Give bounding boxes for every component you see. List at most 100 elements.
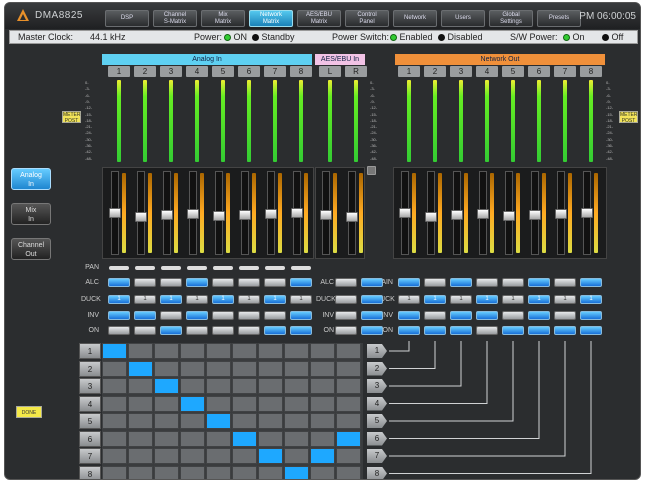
analog-in-side-button[interactable]: Analog In [11, 168, 51, 190]
matrix-cell[interactable] [284, 395, 309, 412]
matrix-cell[interactable] [180, 360, 205, 377]
meter-post-badge-left[interactable]: METER POST [62, 111, 81, 124]
inv-button[interactable] [212, 311, 234, 320]
nav-button-4[interactable]: Network Matrix [249, 10, 293, 27]
gain-button[interactable] [554, 278, 576, 287]
net-duck-button[interactable]: 1 [502, 295, 524, 304]
network-fader-knob[interactable] [425, 212, 437, 222]
duck-button[interactable]: 1 [134, 295, 156, 304]
matrix-cell[interactable] [180, 465, 205, 479]
on-button[interactable] [160, 326, 182, 335]
matrix-cell[interactable] [102, 343, 127, 359]
matrix-cell[interactable] [284, 413, 309, 429]
aes-fader-knob[interactable] [346, 212, 358, 222]
inv-button[interactable] [160, 311, 182, 320]
matrix-cell[interactable] [102, 378, 127, 394]
matrix-cell[interactable] [232, 465, 257, 479]
net-inv-button[interactable] [424, 311, 446, 320]
matrix-cell[interactable] [102, 430, 127, 447]
on-button[interactable] [238, 326, 260, 335]
matrix-cell[interactable] [310, 360, 335, 377]
matrix-cell[interactable] [258, 430, 283, 447]
alc-button[interactable] [160, 278, 182, 287]
on-button[interactable] [290, 326, 312, 335]
matrix-cell[interactable] [154, 360, 179, 377]
matrix-cell[interactable] [102, 448, 127, 464]
pan-slider[interactable] [161, 266, 181, 270]
power-on-indicator[interactable]: ON [224, 31, 247, 44]
inv-button[interactable] [186, 311, 208, 320]
aes-duck-button[interactable] [361, 295, 383, 304]
analog-fader-knob[interactable] [187, 209, 199, 219]
alc-button[interactable] [238, 278, 260, 287]
matrix-cell[interactable] [154, 343, 179, 359]
matrix-cell[interactable] [206, 360, 231, 377]
matrix-cell[interactable] [154, 465, 179, 479]
network-fader-knob[interactable] [555, 209, 567, 219]
net-inv-button[interactable] [528, 311, 550, 320]
net-duck-button[interactable]: 1 [580, 295, 602, 304]
aes-duck-button[interactable] [335, 295, 357, 304]
matrix-cell[interactable] [310, 343, 335, 359]
matrix-cell[interactable] [284, 360, 309, 377]
sw-power-off-indicator[interactable]: Off [602, 31, 623, 44]
alc-button[interactable] [212, 278, 234, 287]
power-standby-indicator[interactable]: Standby [252, 31, 295, 44]
inv-button[interactable] [134, 311, 156, 320]
gain-button[interactable] [502, 278, 524, 287]
matrix-cell[interactable] [206, 465, 231, 479]
matrix-cell[interactable] [154, 395, 179, 412]
net-duck-button[interactable]: 1 [554, 295, 576, 304]
matrix-cell[interactable] [336, 448, 361, 464]
nav-button-6[interactable]: Control Panel [345, 10, 389, 27]
network-fader-knob[interactable] [477, 209, 489, 219]
matrix-cell[interactable] [232, 360, 257, 377]
channel-out-side-button[interactable]: Channel Out [11, 238, 51, 260]
matrix-cell[interactable] [284, 343, 309, 359]
nav-button-10[interactable]: Presets [537, 10, 581, 27]
matrix-cell[interactable] [336, 413, 361, 429]
gain-button[interactable] [528, 278, 550, 287]
matrix-cell[interactable] [128, 360, 153, 377]
duck-button[interactable]: 1 [212, 295, 234, 304]
matrix-cell[interactable] [258, 448, 283, 464]
matrix-cell[interactable] [336, 465, 361, 479]
matrix-cell[interactable] [102, 395, 127, 412]
matrix-cell[interactable] [310, 395, 335, 412]
analog-fader-knob[interactable] [161, 210, 173, 220]
alc-button[interactable] [186, 278, 208, 287]
matrix-cell[interactable] [232, 343, 257, 359]
pan-slider[interactable] [291, 266, 311, 270]
gain-button[interactable] [580, 278, 602, 287]
pan-slider[interactable] [135, 266, 155, 270]
matrix-cell[interactable] [128, 395, 153, 412]
alc-button[interactable] [108, 278, 130, 287]
matrix-cell[interactable] [232, 395, 257, 412]
matrix-cell[interactable] [102, 413, 127, 429]
matrix-cell[interactable] [102, 360, 127, 377]
matrix-cell[interactable] [206, 378, 231, 394]
net-inv-button[interactable] [476, 311, 498, 320]
matrix-cell[interactable] [232, 430, 257, 447]
duck-button[interactable]: 1 [264, 295, 286, 304]
gain-button[interactable] [476, 278, 498, 287]
net-inv-button[interactable] [554, 311, 576, 320]
aes-inv-button[interactable] [335, 311, 357, 320]
matrix-cell[interactable] [180, 378, 205, 394]
matrix-cell[interactable] [336, 378, 361, 394]
done-button[interactable]: DONE [16, 406, 42, 418]
matrix-cell[interactable] [128, 465, 153, 479]
analog-fader-knob[interactable] [109, 208, 121, 218]
inv-button[interactable] [108, 311, 130, 320]
matrix-cell[interactable] [206, 343, 231, 359]
matrix-cell[interactable] [310, 430, 335, 447]
network-fader-knob[interactable] [399, 208, 411, 218]
inv-button[interactable] [290, 311, 312, 320]
meter-post-badge-right[interactable]: METER POST [619, 111, 638, 124]
duck-button[interactable]: 1 [160, 295, 182, 304]
alc-button[interactable] [264, 278, 286, 287]
pan-slider[interactable] [239, 266, 259, 270]
aes-inv-button[interactable] [361, 311, 383, 320]
nav-button-9[interactable]: Global Settings [489, 10, 533, 27]
pan-slider[interactable] [265, 266, 285, 270]
